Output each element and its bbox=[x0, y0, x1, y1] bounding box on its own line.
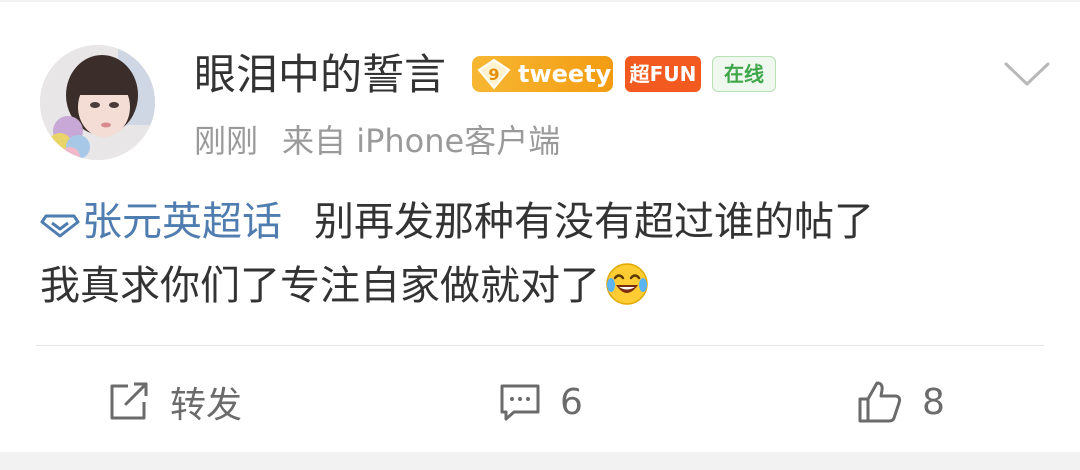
top-separator bbox=[0, 0, 1080, 2]
post-text-line2: 我真求你们了专注自家做就对了 bbox=[40, 263, 600, 309]
like-button[interactable]: 8 bbox=[856, 372, 945, 432]
repost-button[interactable]: 转发 bbox=[106, 372, 242, 432]
repost-icon bbox=[110, 382, 148, 420]
fun-badge[interactable]: 超FUN bbox=[625, 56, 701, 92]
avatar-image bbox=[40, 45, 155, 160]
thumbs-up-icon bbox=[858, 381, 902, 423]
post-text-line1: 别再发那种有没有超过谁的帖了 bbox=[314, 199, 874, 245]
divider bbox=[36, 345, 1044, 346]
post-source: 来自 iPhone客户端 bbox=[282, 122, 561, 160]
bottom-separator bbox=[0, 452, 1080, 470]
tweety-badge[interactable]: 9 tweety bbox=[472, 56, 613, 92]
topic-name: 张元英超话 bbox=[82, 199, 282, 245]
avatar[interactable] bbox=[40, 45, 155, 160]
laughing-crying-emoji-icon bbox=[606, 263, 648, 305]
post-time: 刚刚 bbox=[194, 122, 259, 160]
super-topic-diamond-icon bbox=[40, 214, 80, 238]
tweety-label: tweety bbox=[518, 60, 612, 88]
online-status-badge: 在线 bbox=[712, 56, 776, 92]
topic-link[interactable]: 张元英超话 bbox=[40, 199, 282, 245]
tweety-level: 9 bbox=[488, 65, 499, 84]
comment-button[interactable]: 6 bbox=[498, 372, 583, 432]
like-count: 8 bbox=[922, 381, 945, 423]
comment-icon bbox=[500, 384, 540, 421]
chevron-down-icon[interactable] bbox=[1000, 56, 1054, 90]
post-meta: 刚刚 来自 iPhone客户端 bbox=[194, 118, 560, 164]
comment-count: 6 bbox=[560, 381, 583, 423]
repost-label: 转发 bbox=[170, 385, 243, 426]
level-diamond-icon: 9 bbox=[477, 58, 511, 90]
username[interactable]: 眼泪中的誓言 bbox=[194, 45, 446, 105]
post-content: 张元英超话 别再发那种有没有超过谁的帖了 我真求你们了专注自家做就对了 bbox=[40, 190, 1050, 318]
